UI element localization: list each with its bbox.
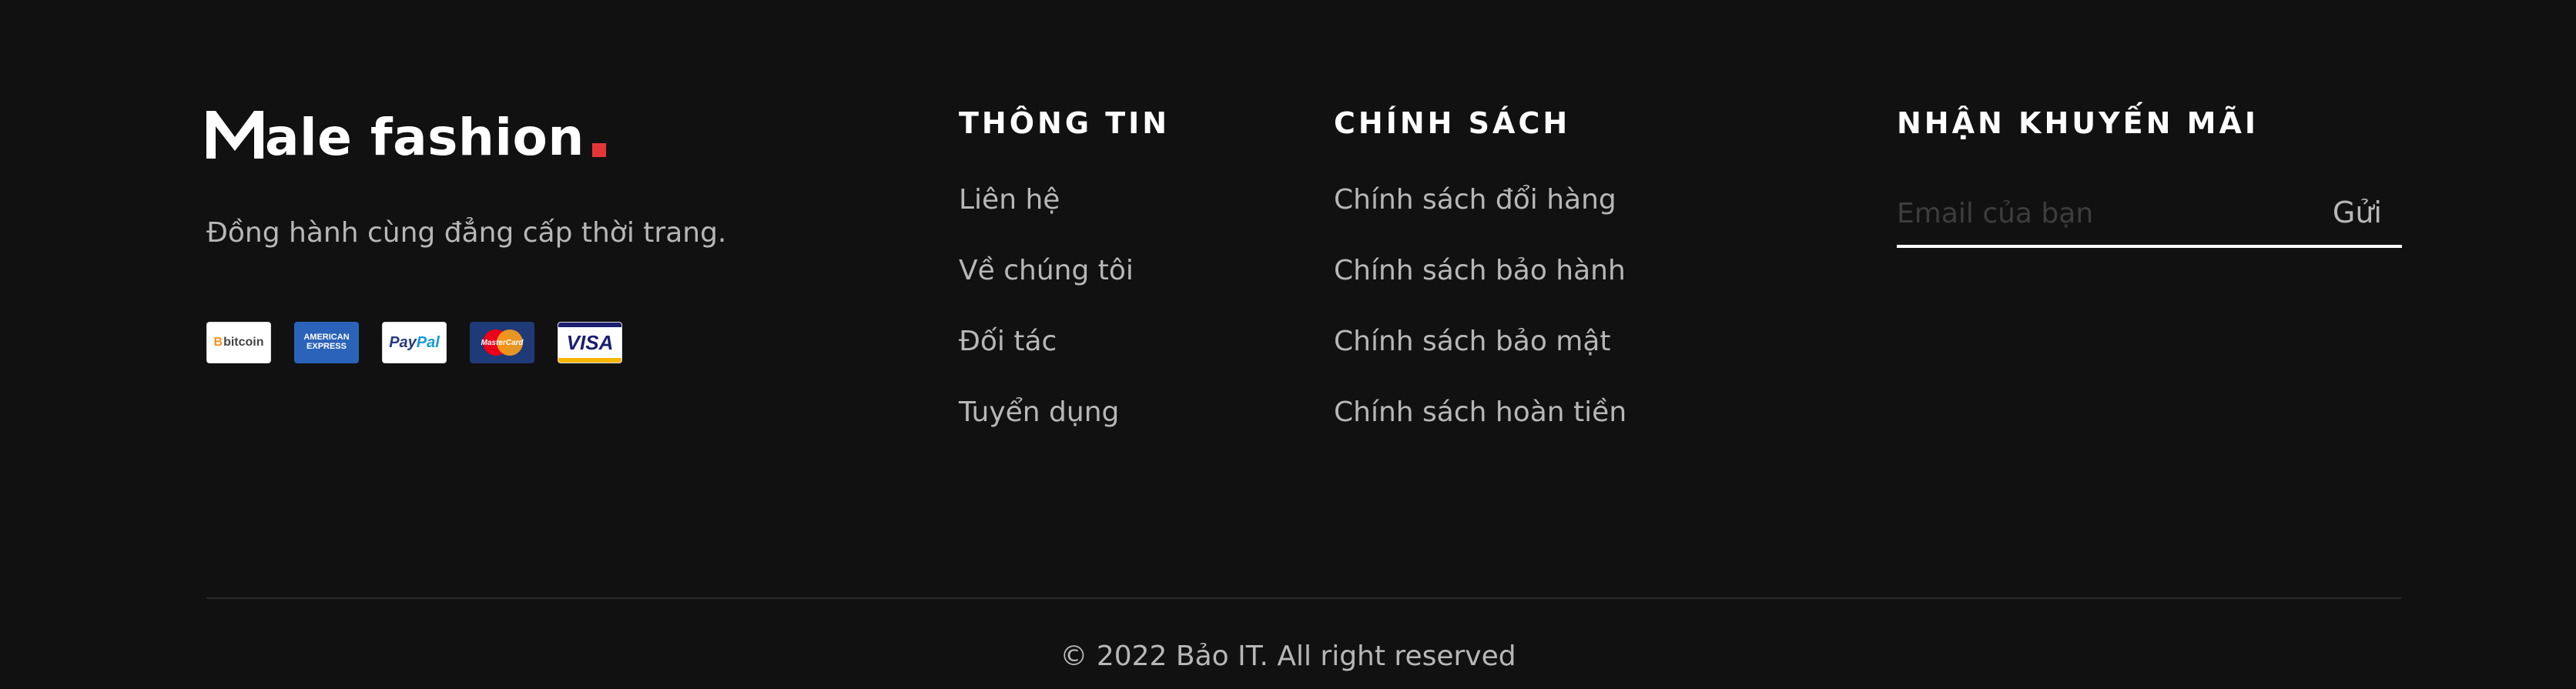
brand-logo[interactable]: ale fashion <box>206 102 606 163</box>
site-footer: ale fashion Đồng hành cùng đẳng cấp thời… <box>0 0 2576 689</box>
promo-heading: NHẬN KHUYẾN MÃI <box>1897 106 2259 140</box>
info-heading: THÔNG TIN <box>959 106 1171 140</box>
link-privacy-policy[interactable]: Chính sách bảo mật <box>1334 325 1626 396</box>
link-partners[interactable]: Đối tác <box>959 325 1170 396</box>
bitcoin-icon: B bitcoin <box>206 322 271 363</box>
footer-divider <box>206 597 2401 599</box>
amex-line2: EXPRESS <box>307 342 347 351</box>
link-about-us[interactable]: Về chúng tôi <box>959 254 1170 325</box>
policy-heading: CHÍNH SÁCH <box>1334 106 1571 140</box>
paypal-pay: Pay <box>389 333 417 351</box>
link-warranty-policy[interactable]: Chính sách bảo hành <box>1334 254 1626 325</box>
visa-bar-bottom <box>558 358 621 363</box>
visa-icon: VISA <box>558 322 622 363</box>
link-careers[interactable]: Tuyển dụng <box>959 396 1170 467</box>
paypal-pal: Pal <box>416 333 440 351</box>
link-exchange-policy[interactable]: Chính sách đổi hàng <box>1334 183 1626 254</box>
bitcoin-symbol: B <box>213 336 223 349</box>
send-button[interactable]: Gửi <box>2333 194 2382 232</box>
payment-methods: B bitcoin AMERICAN EXPRESS Pay Pal Master… <box>206 322 622 363</box>
info-column: THÔNG TIN Liên hệ Về chúng tôi Đối tác T… <box>959 106 1170 467</box>
copyright-text: © 2022 Bảo IT. All right reserved <box>1060 641 1516 672</box>
visa-label: VISA <box>566 331 614 354</box>
logo-m-icon <box>206 111 263 159</box>
brand-name: ale fashion <box>265 108 585 167</box>
mastercard-icon: MasterCard <box>470 322 534 363</box>
link-refund-policy[interactable]: Chính sách hoàn tiền <box>1334 396 1626 467</box>
newsletter-form: Gửi <box>1897 191 2402 248</box>
link-contact[interactable]: Liên hệ <box>959 183 1170 254</box>
visa-bar-top <box>558 323 621 327</box>
mastercard-label: MasterCard <box>481 338 524 347</box>
policy-links: Chính sách đổi hàng Chính sách bảo hành … <box>1334 183 1626 467</box>
info-links: Liên hệ Về chúng tôi Đối tác Tuyển dụng <box>959 183 1170 467</box>
amex-icon: AMERICAN EXPRESS <box>294 322 359 363</box>
email-input[interactable] <box>1897 194 2282 232</box>
policy-column: CHÍNH SÁCH Chính sách đổi hàng Chính sác… <box>1334 106 1626 467</box>
brand-tagline: Đồng hành cùng đẳng cấp thời trang. <box>206 217 727 249</box>
promo-column: NHẬN KHUYẾN MÃI Gửi <box>1897 106 2402 248</box>
brand-accent-dot <box>591 143 606 157</box>
bitcoin-label: bitcoin <box>223 336 264 349</box>
paypal-icon: Pay Pal <box>382 322 447 363</box>
